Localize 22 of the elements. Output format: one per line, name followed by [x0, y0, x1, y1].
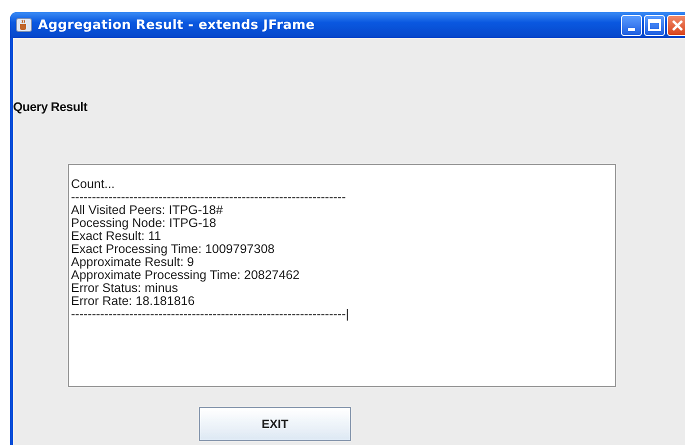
window-title: Aggregation Result - extends JFrame — [38, 18, 316, 32]
query-result-label: Query Result — [13, 100, 88, 114]
result-text-area[interactable] — [68, 164, 616, 387]
output-line: Exact Processing Time: 1009797308 — [71, 243, 276, 256]
close-button[interactable] — [667, 14, 685, 36]
minimize-button[interactable] — [621, 14, 642, 36]
output-line: Error Rate: 18.181816 — [71, 295, 196, 308]
output-line: All Visited Peers: ITPG-18# — [71, 204, 224, 217]
output-line: ------------------------------------------------------------------| — [71, 308, 350, 321]
output-line: Count... — [71, 178, 116, 191]
output-line: Pocessing Node: ITPG-18 — [71, 217, 218, 230]
minimize-icon — [628, 28, 635, 30]
exit-button[interactable]: EXIT — [199, 407, 351, 441]
coffee-cup-icon — [16, 18, 32, 32]
close-icon — [672, 20, 683, 30]
output-line: ------------------------------------------------------------------ — [71, 191, 347, 204]
maximize-icon — [648, 19, 661, 31]
maximize-button[interactable] — [644, 14, 665, 36]
output-line: Approximate Result: 9 — [71, 256, 195, 269]
output-line: Error Status: minus — [71, 282, 178, 295]
output-line: Approximate Processing Time: 20827462 — [71, 269, 301, 282]
output-line: Exact Result: 11 — [71, 230, 162, 243]
